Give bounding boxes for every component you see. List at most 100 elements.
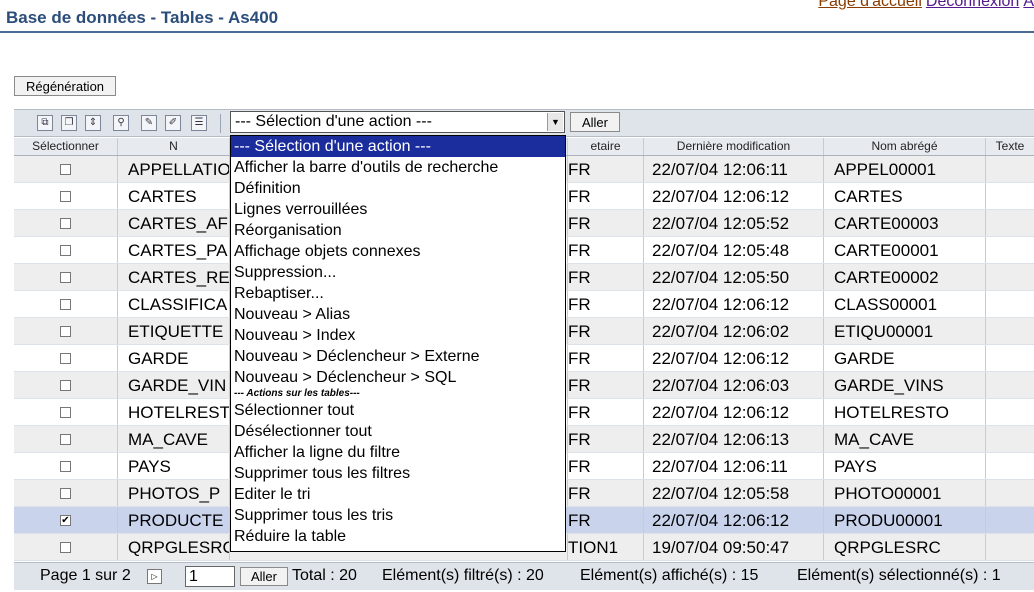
edit-icon[interactable]: ✎: [141, 115, 157, 131]
row-checkbox[interactable]: [60, 542, 71, 554]
table-owner: FR: [568, 210, 644, 236]
row-checkbox[interactable]: [60, 299, 71, 311]
short-name: GARDE_VINS: [824, 372, 986, 398]
action-select[interactable]: --- Sélection d'une action --- ▼: [230, 111, 565, 133]
column-header-select[interactable]: Sélectionner: [14, 138, 118, 155]
row-checkbox[interactable]: [60, 380, 71, 392]
edit-alt-icon[interactable]: ✐: [165, 115, 181, 131]
copy-icon[interactable]: ⧉: [37, 115, 53, 131]
dropdown-option[interactable]: Nouveau > Déclencheur > SQL: [231, 367, 565, 388]
column-header-owner[interactable]: etaire: [568, 138, 644, 155]
dropdown-option[interactable]: Rebaptiser...: [231, 283, 565, 304]
table-owner: TION1: [568, 534, 644, 560]
chevron-down-icon[interactable]: ▼: [547, 113, 563, 131]
next-page-icon[interactable]: ▷: [147, 569, 162, 584]
row-select-cell: [14, 210, 118, 236]
table-name[interactable]: CARTES_PA: [118, 237, 230, 263]
last-modified: 22/07/04 12:06:13: [644, 426, 824, 452]
last-modified: 22/07/04 12:05:50: [644, 264, 824, 290]
row-checkbox[interactable]: [60, 434, 71, 446]
more-link[interactable]: A: [1023, 0, 1034, 10]
table-name[interactable]: CARTES: [118, 183, 230, 209]
table-text: [986, 426, 1034, 452]
last-modified: 22/07/04 12:06:11: [644, 156, 824, 182]
row-checkbox[interactable]: [60, 164, 71, 176]
page-go-button[interactable]: Aller: [240, 567, 288, 586]
column-header-text[interactable]: Texte: [986, 138, 1034, 155]
row-checkbox[interactable]: [60, 461, 71, 473]
column-header-short-name[interactable]: Nom abrégé: [824, 138, 986, 155]
action-dropdown-list[interactable]: --- Sélection d'une action --- Afficher l…: [230, 135, 566, 552]
properties-icon[interactable]: ☰: [191, 115, 207, 131]
last-modified: 22/07/04 12:06:11: [644, 453, 824, 479]
table-name[interactable]: CARTES_AF: [118, 210, 230, 236]
table-text: [986, 237, 1034, 263]
last-modified: 22/07/04 12:06:02: [644, 318, 824, 344]
dropdown-option[interactable]: Nouveau > Alias: [231, 304, 565, 325]
table-text: [986, 264, 1034, 290]
table-owner: FR: [568, 156, 644, 182]
row-checkbox[interactable]: ✔: [60, 515, 71, 527]
toolbar-separator: [220, 114, 221, 133]
row-select-cell: [14, 183, 118, 209]
dropdown-option[interactable]: Suppression...: [231, 262, 565, 283]
table-name[interactable]: PRODUCTE: [118, 507, 230, 533]
table-name[interactable]: PAYS: [118, 453, 230, 479]
dropdown-option[interactable]: Supprimer tous les filtres: [231, 463, 565, 484]
table-name[interactable]: CLASSIFICA: [118, 291, 230, 317]
table-name[interactable]: HOTELREST: [118, 399, 230, 425]
last-modified: 19/07/04 09:50:47: [644, 534, 824, 560]
row-checkbox[interactable]: [60, 218, 71, 230]
row-checkbox[interactable]: [60, 191, 71, 203]
table-name[interactable]: ETIQUETTE: [118, 318, 230, 344]
table-name[interactable]: APPELLATIO: [118, 156, 230, 182]
dropdown-option[interactable]: Afficher la barre d'outils de recherche: [231, 157, 565, 178]
move-icon[interactable]: ⇕: [85, 115, 101, 131]
row-select-cell: [14, 318, 118, 344]
home-link[interactable]: Page d'accueil: [818, 0, 922, 10]
dropdown-option[interactable]: Désélectionner tout: [231, 421, 565, 442]
row-checkbox[interactable]: [60, 488, 71, 500]
dropdown-option[interactable]: Nouveau > Index: [231, 325, 565, 346]
short-name: APPEL00001: [824, 156, 986, 182]
table-name[interactable]: QRPGLESRC: [118, 534, 230, 560]
go-button[interactable]: Aller: [570, 112, 620, 132]
row-checkbox[interactable]: [60, 245, 71, 257]
dropdown-option[interactable]: Réorganisation: [231, 220, 565, 241]
table-owner: FR: [568, 507, 644, 533]
row-select-cell: [14, 426, 118, 452]
regenerate-button[interactable]: Régénération: [14, 76, 116, 96]
table-name[interactable]: MA_CAVE: [118, 426, 230, 452]
table-owner: FR: [568, 237, 644, 263]
table-name[interactable]: GARDE_VIN: [118, 372, 230, 398]
dropdown-option[interactable]: Affichage objets connexes: [231, 241, 565, 262]
page-number-input[interactable]: 1: [185, 566, 235, 587]
dropdown-option[interactable]: Définition: [231, 178, 565, 199]
dropdown-option[interactable]: Afficher la ligne du filtre: [231, 442, 565, 463]
filter-icon[interactable]: ⚲: [113, 115, 129, 131]
dropdown-option[interactable]: Sélectionner tout: [231, 400, 565, 421]
table-name[interactable]: GARDE: [118, 345, 230, 371]
row-select-cell: [14, 237, 118, 263]
dropdown-option[interactable]: Réduire la table: [231, 526, 565, 547]
row-checkbox[interactable]: [60, 326, 71, 338]
dropdown-option[interactable]: Lignes verrouillées: [231, 199, 565, 220]
dropdown-option[interactable]: Supprimer tous les tris: [231, 505, 565, 526]
row-checkbox[interactable]: [60, 353, 71, 365]
table-text: [986, 399, 1034, 425]
paste-icon[interactable]: ❐: [61, 115, 77, 131]
row-select-cell: [14, 345, 118, 371]
dropdown-option[interactable]: Editer le tri: [231, 484, 565, 505]
table-name[interactable]: PHOTOS_P: [118, 480, 230, 506]
dropdown-option[interactable]: Nouveau > Déclencheur > Externe: [231, 346, 565, 367]
column-header-name[interactable]: N: [118, 138, 230, 155]
logout-link[interactable]: Déconnexion: [926, 0, 1019, 10]
row-checkbox[interactable]: [60, 272, 71, 284]
column-header-modified[interactable]: Dernière modification: [644, 138, 824, 155]
dropdown-option[interactable]: --- Sélection d'une action ---: [231, 136, 565, 157]
row-checkbox[interactable]: [60, 407, 71, 419]
total-count: Total : 20: [292, 567, 357, 584]
short-name: HOTELRESTO: [824, 399, 986, 425]
table-name[interactable]: CARTES_RE: [118, 264, 230, 290]
table-owner: FR: [568, 399, 644, 425]
